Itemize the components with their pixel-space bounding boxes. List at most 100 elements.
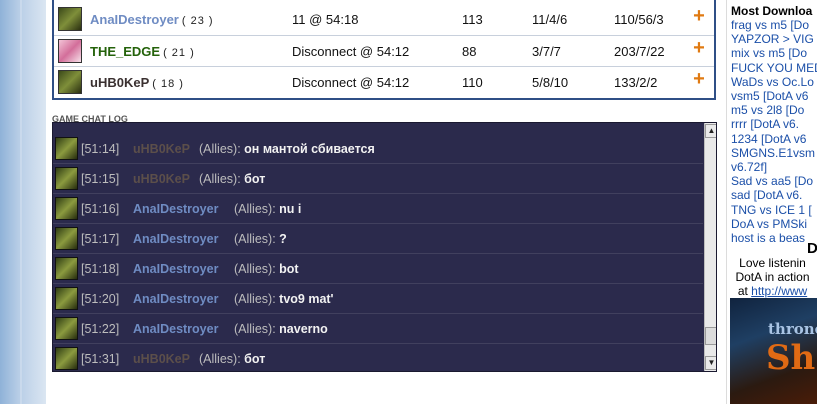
- expand-plus-icon[interactable]: +: [691, 69, 707, 89]
- chat-line: [51:20] AnaIDestroyer (Allies): tvo9 mat…: [53, 284, 703, 314]
- hero-icon: [55, 257, 78, 280]
- chat-message: (Allies): tvo9 mat': [234, 284, 334, 314]
- player-row: AnaIDestroyer( 23 ) 11 @ 54:18 113 11/4/…: [54, 4, 714, 35]
- chat-line: [51:14] uHB0KeP (Allies): он мантой сбив…: [53, 134, 703, 164]
- download-link[interactable]: vsm5 [DotA v6: [731, 89, 817, 103]
- player-level: ( 21 ): [163, 47, 195, 59]
- download-link[interactable]: YAPZOR > VIG: [731, 32, 817, 46]
- chat-timestamp: [51:31]: [81, 352, 120, 366]
- download-link[interactable]: rrrr [DotA v6.: [731, 117, 817, 131]
- replay-content: AnaIDestroyer( 23 ) 11 @ 54:18 113 11/4/…: [46, 0, 726, 404]
- banner-text-main: Sh: [766, 338, 816, 378]
- banner-text-top: throne: [768, 320, 817, 338]
- download-link[interactable]: 1234 [DotA v6: [731, 132, 817, 146]
- player-level: ( 23 ): [181, 15, 214, 27]
- download-link[interactable]: SMGNS.E1vsm: [731, 146, 817, 160]
- chat-text: бот: [244, 172, 266, 186]
- chat-channel: (Allies):: [234, 292, 276, 306]
- player-row: uHB0KeP( 18 ) Disconnect @ 54:12 110 5/8…: [54, 66, 714, 97]
- download-link[interactable]: v6.72f]: [731, 160, 817, 174]
- hero-icon: [55, 347, 78, 370]
- chat-timestamp: [51:14]: [81, 142, 120, 156]
- promo-at: at: [737, 284, 748, 298]
- player-name[interactable]: THE_EDGE( 21 ): [90, 44, 195, 59]
- player-creeps: 88: [462, 44, 477, 59]
- download-link[interactable]: TNG vs ICE 1 [: [731, 203, 817, 217]
- expand-plus-icon[interactable]: +: [691, 6, 707, 26]
- chat-log[interactable]: [51:14] uHB0KeP (Allies): он мантой сбив…: [52, 122, 717, 372]
- promo-line: Love listenin: [739, 256, 806, 270]
- hero-icon: [55, 137, 78, 160]
- page-background: [0, 0, 46, 404]
- hero-icon: [55, 167, 78, 190]
- chat-sender: uHB0KeP: [133, 142, 190, 156]
- player-kda: 5/8/10: [532, 75, 569, 90]
- scroll-up-arrow-icon[interactable]: ▲: [705, 124, 716, 138]
- chat-text: tvo9 mat': [279, 292, 334, 306]
- download-link[interactable]: host is a beas: [731, 231, 817, 245]
- chat-timestamp: [51:17]: [81, 232, 120, 246]
- download-link[interactable]: FUCK YOU MED: [731, 61, 817, 75]
- ad-banner[interactable]: throne Sh: [730, 298, 817, 404]
- promo-line: DotA in action: [735, 270, 810, 284]
- hero-icon: [55, 197, 78, 220]
- player-row: THE_EDGE( 21 ) Disconnect @ 54:12 88 3/7…: [54, 35, 714, 66]
- hero-icon: [58, 7, 82, 31]
- player-creeps: 110: [462, 75, 483, 90]
- chat-timestamp: [51:16]: [81, 202, 120, 216]
- chat-text: nu i: [279, 202, 302, 216]
- player-cs: 133/2/2: [614, 75, 658, 90]
- hero-icon: [58, 39, 82, 63]
- chat-sender: AnaIDestroyer: [133, 232, 219, 246]
- chat-text: naverno: [279, 322, 328, 336]
- chat-message: (Allies): naverno: [234, 314, 328, 344]
- hero-icon: [55, 317, 78, 340]
- chat-sender: uHB0KeP: [133, 352, 190, 366]
- chat-message: (Allies): бот: [199, 344, 266, 371]
- download-link[interactable]: DoA vs PMSki: [731, 217, 817, 231]
- chat-message: (Allies): ?: [234, 224, 287, 254]
- player-name[interactable]: AnaIDestroyer( 23 ): [90, 12, 214, 27]
- chat-channel: (Allies):: [234, 202, 276, 216]
- hero-icon: [55, 287, 78, 310]
- chat-timestamp: [51:15]: [81, 172, 120, 186]
- chat-text: он мантой сбивается: [244, 142, 375, 156]
- download-link[interactable]: sad [DotA v6.: [731, 188, 817, 202]
- player-kda: 11/4/6: [532, 12, 568, 27]
- right-sidebar: Most Downloa frag vs m5 [Do YAPZOR > VIG…: [726, 0, 817, 404]
- hero-icon: [55, 227, 78, 250]
- download-link[interactable]: frag vs m5 [Do: [731, 18, 817, 32]
- chat-channel: (Allies):: [234, 262, 276, 276]
- download-link[interactable]: WaDs vs Oc.Lo: [731, 75, 817, 89]
- chat-sender: uHB0KeP: [133, 172, 190, 186]
- chat-line: [51:18] AnaIDestroyer (Allies): bot: [53, 254, 703, 284]
- player-name[interactable]: uHB0KeP( 18 ): [90, 75, 184, 90]
- chat-channel: (Allies):: [199, 352, 241, 366]
- player-left-time: 11 @ 54:18: [292, 12, 359, 27]
- player-cs: 203/7/22: [614, 44, 665, 59]
- chat-scrollbar[interactable]: ▲ ▼: [704, 123, 716, 371]
- sidebar-promo-text: Love listenin DotA in action at http://w…: [727, 256, 817, 298]
- promo-link[interactable]: http://www: [751, 284, 807, 298]
- player-level: ( 18 ): [152, 78, 184, 90]
- chat-line: [51:15] uHB0KeP (Allies): бот: [53, 164, 703, 194]
- download-link[interactable]: Sad vs aa5 [Do: [731, 174, 817, 188]
- sidebar-heading: D: [807, 240, 817, 257]
- chat-text: бот: [244, 352, 266, 366]
- chat-timestamp: [51:18]: [81, 262, 120, 276]
- download-list: frag vs m5 [Do YAPZOR > VIG mix vs m5 [D…: [731, 18, 817, 245]
- chat-channel: (Allies):: [199, 172, 241, 186]
- background-stripe: [20, 0, 22, 404]
- download-link[interactable]: mix vs m5 [Do: [731, 46, 817, 60]
- chat-text: bot: [279, 262, 299, 276]
- scroll-thumb[interactable]: [705, 327, 716, 345]
- download-link[interactable]: m5 vs 2l8 [Do: [731, 103, 817, 117]
- chat-timestamp: [51:20]: [81, 292, 120, 306]
- scroll-down-arrow-icon[interactable]: ▼: [705, 356, 716, 370]
- chat-sender: AnaIDestroyer: [133, 262, 219, 276]
- player-creeps: 113: [462, 12, 483, 27]
- player-kda: 3/7/7: [532, 44, 561, 59]
- expand-plus-icon[interactable]: +: [691, 38, 707, 58]
- player-left-time: Disconnect @ 54:12: [292, 75, 410, 90]
- chat-line: [51:22] AnaIDestroyer (Allies): naverno: [53, 314, 703, 344]
